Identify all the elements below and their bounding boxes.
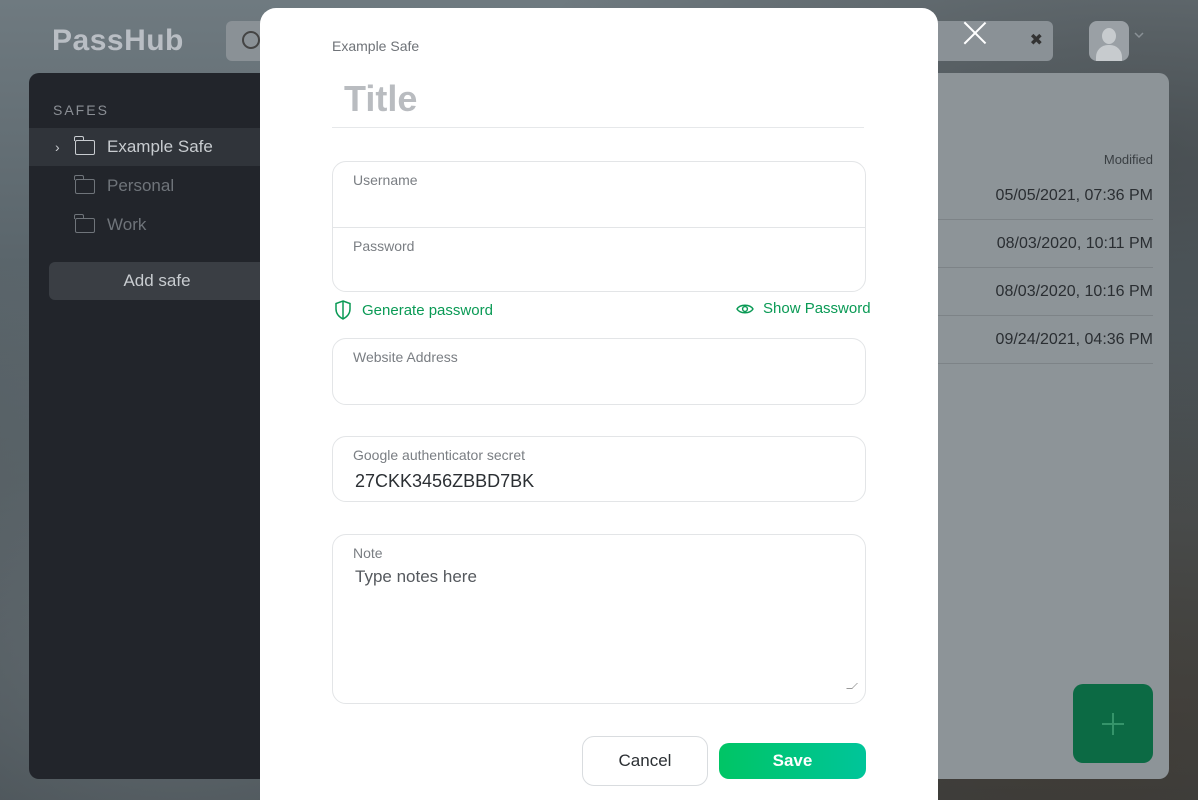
folder-icon — [74, 213, 95, 233]
username-label: Username — [353, 172, 418, 188]
save-button[interactable]: Save — [719, 743, 866, 779]
cancel-button[interactable]: Cancel — [582, 736, 708, 786]
sidebar-item-personal[interactable]: Personal — [29, 167, 279, 205]
totp-input[interactable] — [355, 469, 845, 493]
note-label: Note — [353, 545, 383, 561]
show-password-button[interactable]: Show Password — [736, 300, 871, 317]
safes-label: SAFES — [53, 102, 109, 118]
create-item-modal: Example Safe Username Password Generate … — [260, 8, 938, 800]
password-field[interactable]: Password — [333, 227, 865, 291]
show-password-label: Show Password — [763, 300, 871, 317]
sidebar: SAFES › Example Safe Personal Work Add s… — [29, 73, 293, 779]
eye-icon — [736, 304, 754, 313]
app-logo: PassHub — [52, 24, 184, 57]
password-label: Password — [353, 238, 415, 254]
sidebar-item-label: Example Safe — [107, 137, 213, 156]
sidebar-item-label: Personal — [107, 176, 175, 195]
add-item-button[interactable] — [1073, 684, 1153, 763]
item-list-panel: Modified 05/05/2021, 07:36 PM 08/03/2020… — [900, 73, 1169, 779]
credentials-group: Username Password — [332, 161, 866, 292]
totp-field[interactable]: Google authenticator secret — [332, 436, 866, 502]
sidebar-item-example-safe[interactable]: › Example Safe — [29, 128, 279, 166]
column-header-modified[interactable]: Modified — [1104, 152, 1153, 167]
chevron-right-icon[interactable]: › — [55, 139, 69, 155]
website-field[interactable]: Website Address — [332, 338, 866, 405]
chevron-down-icon[interactable] — [1134, 30, 1144, 40]
website-label: Website Address — [353, 349, 458, 365]
username-field[interactable]: Username — [333, 162, 865, 227]
generate-password-label: Generate password — [362, 301, 493, 319]
generate-password-button[interactable]: Generate password — [334, 300, 493, 320]
avatar[interactable] — [1089, 21, 1129, 61]
sidebar-item-work[interactable]: Work — [29, 206, 279, 244]
modal-safe-name: Example Safe — [332, 38, 420, 54]
note-textarea[interactable] — [355, 567, 853, 693]
sidebar-item-label: Work — [107, 215, 147, 234]
password-input[interactable] — [355, 260, 845, 284]
close-icon[interactable] — [962, 20, 988, 46]
shield-icon — [335, 300, 351, 320]
totp-label: Google authenticator secret — [353, 447, 525, 463]
note-field[interactable]: Note — [332, 534, 866, 704]
folder-icon — [74, 174, 95, 194]
title-input[interactable] — [332, 70, 864, 128]
clear-icon[interactable]: ✖ — [1030, 30, 1043, 50]
website-input[interactable] — [355, 371, 845, 395]
folder-icon — [74, 135, 95, 155]
add-safe-button[interactable]: Add safe — [49, 262, 293, 300]
search-icon — [242, 31, 260, 49]
avatar-icon — [1102, 28, 1116, 44]
username-input[interactable] — [355, 194, 845, 218]
